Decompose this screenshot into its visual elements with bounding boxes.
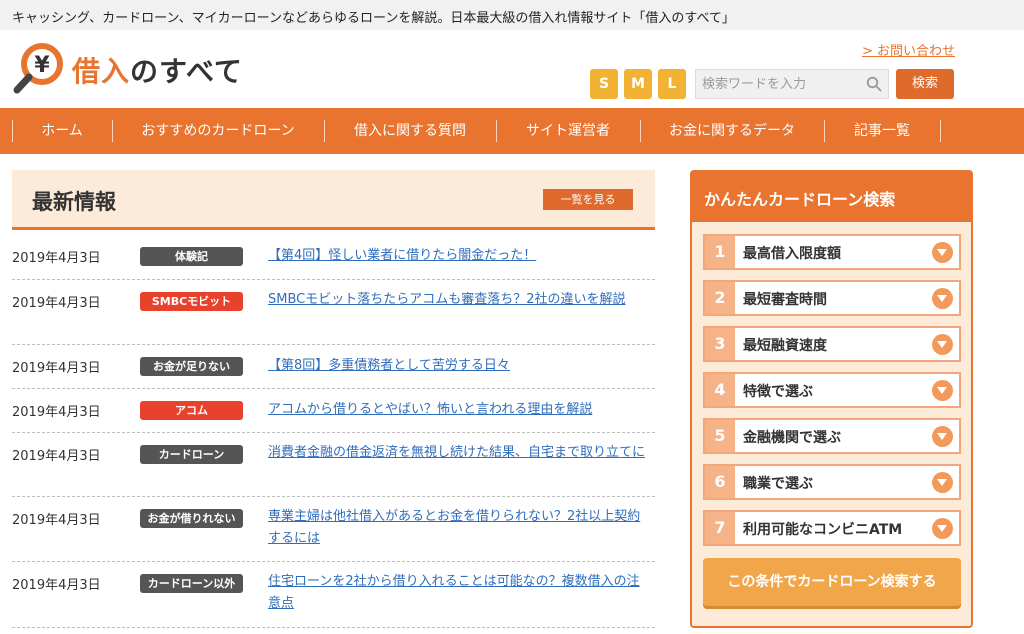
condition-number: 4 [705, 374, 735, 406]
news-article-link[interactable]: 【第8回】多重債務者として苦労する日々 [268, 355, 648, 377]
chevron-down-icon[interactable] [932, 472, 953, 493]
news-item: 2019年4月3日 SMBCモビット SMBCモビット落ちたらアコムも審査落ち？… [12, 280, 655, 345]
condition-number: 1 [705, 236, 735, 268]
news-date: 2019年4月3日 [12, 449, 101, 464]
news-date: 2019年4月3日 [12, 578, 101, 593]
news-date: 2019年4月3日 [12, 405, 101, 420]
chevron-down-icon[interactable] [932, 426, 953, 447]
search-box [695, 69, 890, 99]
nav-item-loan-faq[interactable]: 借入に関する質問 [324, 108, 496, 154]
news-article-link[interactable]: 【第4回】怪しい業者に借りたら闇金だった！ [268, 245, 648, 267]
news-category-tag[interactable]: お金が借りれない [140, 509, 243, 528]
condition-occupation[interactable]: 6 職業で選ぶ [703, 464, 961, 500]
condition-financing-speed[interactable]: 3 最短融資速度 [703, 326, 961, 362]
logo-text-accent: 借入 [72, 55, 131, 88]
news-category-tag[interactable]: 体験記 [140, 247, 243, 266]
condition-label: 金融機関で選ぶ [743, 430, 841, 446]
news-date: 2019年4月3日 [12, 361, 101, 376]
search-input[interactable] [696, 70, 890, 98]
condition-features[interactable]: 4 特徴で選ぶ [703, 372, 961, 408]
chevron-down-icon[interactable] [932, 518, 953, 539]
site-tagline: キャッシング、カードローン、マイカーローンなどあらゆるローンを解説。日本最大級の… [12, 11, 735, 26]
chevron-down-icon[interactable] [932, 334, 953, 355]
news-category-tag[interactable]: SMBCモビット [140, 292, 243, 311]
news-item: 2019年4月3日 お金が借りれない 専業主婦は他社借入があるとお金を借りられな… [12, 497, 655, 562]
condition-search-button[interactable]: この条件でカードローン検索する [703, 558, 961, 606]
condition-number: 3 [705, 328, 735, 360]
condition-convenience-atm[interactable]: 7 利用可能なコンビニATM [703, 510, 961, 546]
cardloan-search-panel: かんたんカードローン検索 1 最高借入限度額 2 最短審査時間 3 最短融資速度… [690, 170, 973, 628]
panel-title: かんたんカードローン検索 [704, 190, 896, 209]
nav-item-money-data[interactable]: お金に関するデータ [640, 108, 824, 154]
news-title: 最新情報 [32, 190, 116, 214]
condition-institution[interactable]: 5 金融機関で選ぶ [703, 418, 961, 454]
news-article-link[interactable]: SMBCモビット落ちたらアコムも審査落ち？2社の違いを解説 [268, 289, 648, 311]
condition-label: 利用可能なコンビニATM [743, 522, 903, 538]
condition-number: 7 [705, 512, 735, 544]
see-all-button[interactable]: 一覧を見る [543, 189, 633, 210]
condition-number: 2 [705, 282, 735, 314]
chevron-down-icon[interactable] [932, 288, 953, 309]
news-item: 2019年4月3日 カードローン以外 住宅ローンを2社から借り入れることは可能な… [12, 562, 655, 628]
news-article-link[interactable]: 消費者金融の借金返済を無視し続けた結果、自宅まで取り立てに [268, 442, 648, 464]
condition-review-time[interactable]: 2 最短審査時間 [703, 280, 961, 316]
search-button[interactable]: 検索 [896, 69, 954, 99]
news-date: 2019年4月3日 [12, 251, 101, 266]
news-date: 2019年4月3日 [12, 513, 101, 528]
condition-label: 最短審査時間 [743, 292, 827, 308]
nav-item-article-list[interactable]: 記事一覧 [824, 108, 940, 154]
condition-max-limit[interactable]: 1 最高借入限度額 [703, 234, 961, 270]
news-item: 2019年4月3日 カードローン 消費者金融の借金返済を無視し続けた結果、自宅ま… [12, 433, 655, 497]
news-category-tag[interactable]: カードローン [140, 445, 243, 464]
nav-item-recommended-cardloan[interactable]: おすすめのカードローン [112, 108, 324, 154]
font-size-large-button[interactable]: L [658, 69, 686, 99]
news-category-tag[interactable]: お金が足りない [140, 357, 243, 376]
news-item: 2019年4月3日 お金が足りない 【第8回】多重債務者として苦労する日々 [12, 345, 655, 389]
chevron-down-icon[interactable] [932, 242, 953, 263]
yen-magnifier-icon: ¥ [13, 43, 63, 94]
condition-label: 最短融資速度 [743, 338, 827, 354]
contact-link[interactable]: > お問い合わせ [862, 40, 955, 59]
nav-item-site-operator[interactable]: サイト運営者 [496, 108, 640, 154]
top-bar: キャッシング、カードローン、マイカーローンなどあらゆるローンを解説。日本最大級の… [0, 0, 1024, 30]
news-item: 2019年4月3日 アコム アコムから借りるとやばい？怖いと言われる理由を解説 [12, 389, 655, 433]
news-item: 2019年4月3日 体験記 【第4回】怪しい業者に借りたら闇金だった！ [12, 233, 655, 280]
site-logo[interactable]: ¥ 借入のすべて [12, 40, 262, 96]
condition-number: 5 [705, 420, 735, 452]
news-article-link[interactable]: アコムから借りるとやばい？怖いと言われる理由を解説 [268, 399, 648, 421]
news-date: 2019年4月3日 [12, 296, 101, 311]
yen-symbol: ¥ [34, 53, 50, 78]
main-nav: ホーム おすすめのカードローン 借入に関する質問 サイト運営者 お金に関するデー… [0, 108, 1024, 154]
nav-item-home[interactable]: ホーム [12, 108, 112, 154]
font-size-medium-button[interactable]: M [624, 69, 652, 99]
nav-divider [940, 120, 941, 142]
panel-header: かんたんカードローン検索 [692, 172, 971, 222]
news-article-link[interactable]: 専業主婦は他社借入があるとお金を借りられない？2社以上契約するには [268, 506, 648, 550]
condition-number: 6 [705, 466, 735, 498]
logo-text-rest: のすべて [130, 55, 243, 88]
condition-label: 最高借入限度額 [743, 246, 841, 262]
search-icon[interactable] [866, 76, 882, 92]
news-header: 最新情報 一覧を見る [12, 170, 655, 230]
font-size-small-button[interactable]: S [590, 69, 618, 99]
chevron-down-icon[interactable] [932, 380, 953, 401]
news-category-tag[interactable]: アコム [140, 401, 243, 420]
logo-text: 借入のすべて [72, 50, 243, 90]
condition-label: 特徴で選ぶ [743, 384, 813, 400]
condition-label: 職業で選ぶ [743, 476, 813, 492]
news-article-link[interactable]: 住宅ローンを2社から借り入れることは可能なの？複数借入の注意点 [268, 571, 648, 615]
news-category-tag[interactable]: カードローン以外 [140, 574, 243, 593]
